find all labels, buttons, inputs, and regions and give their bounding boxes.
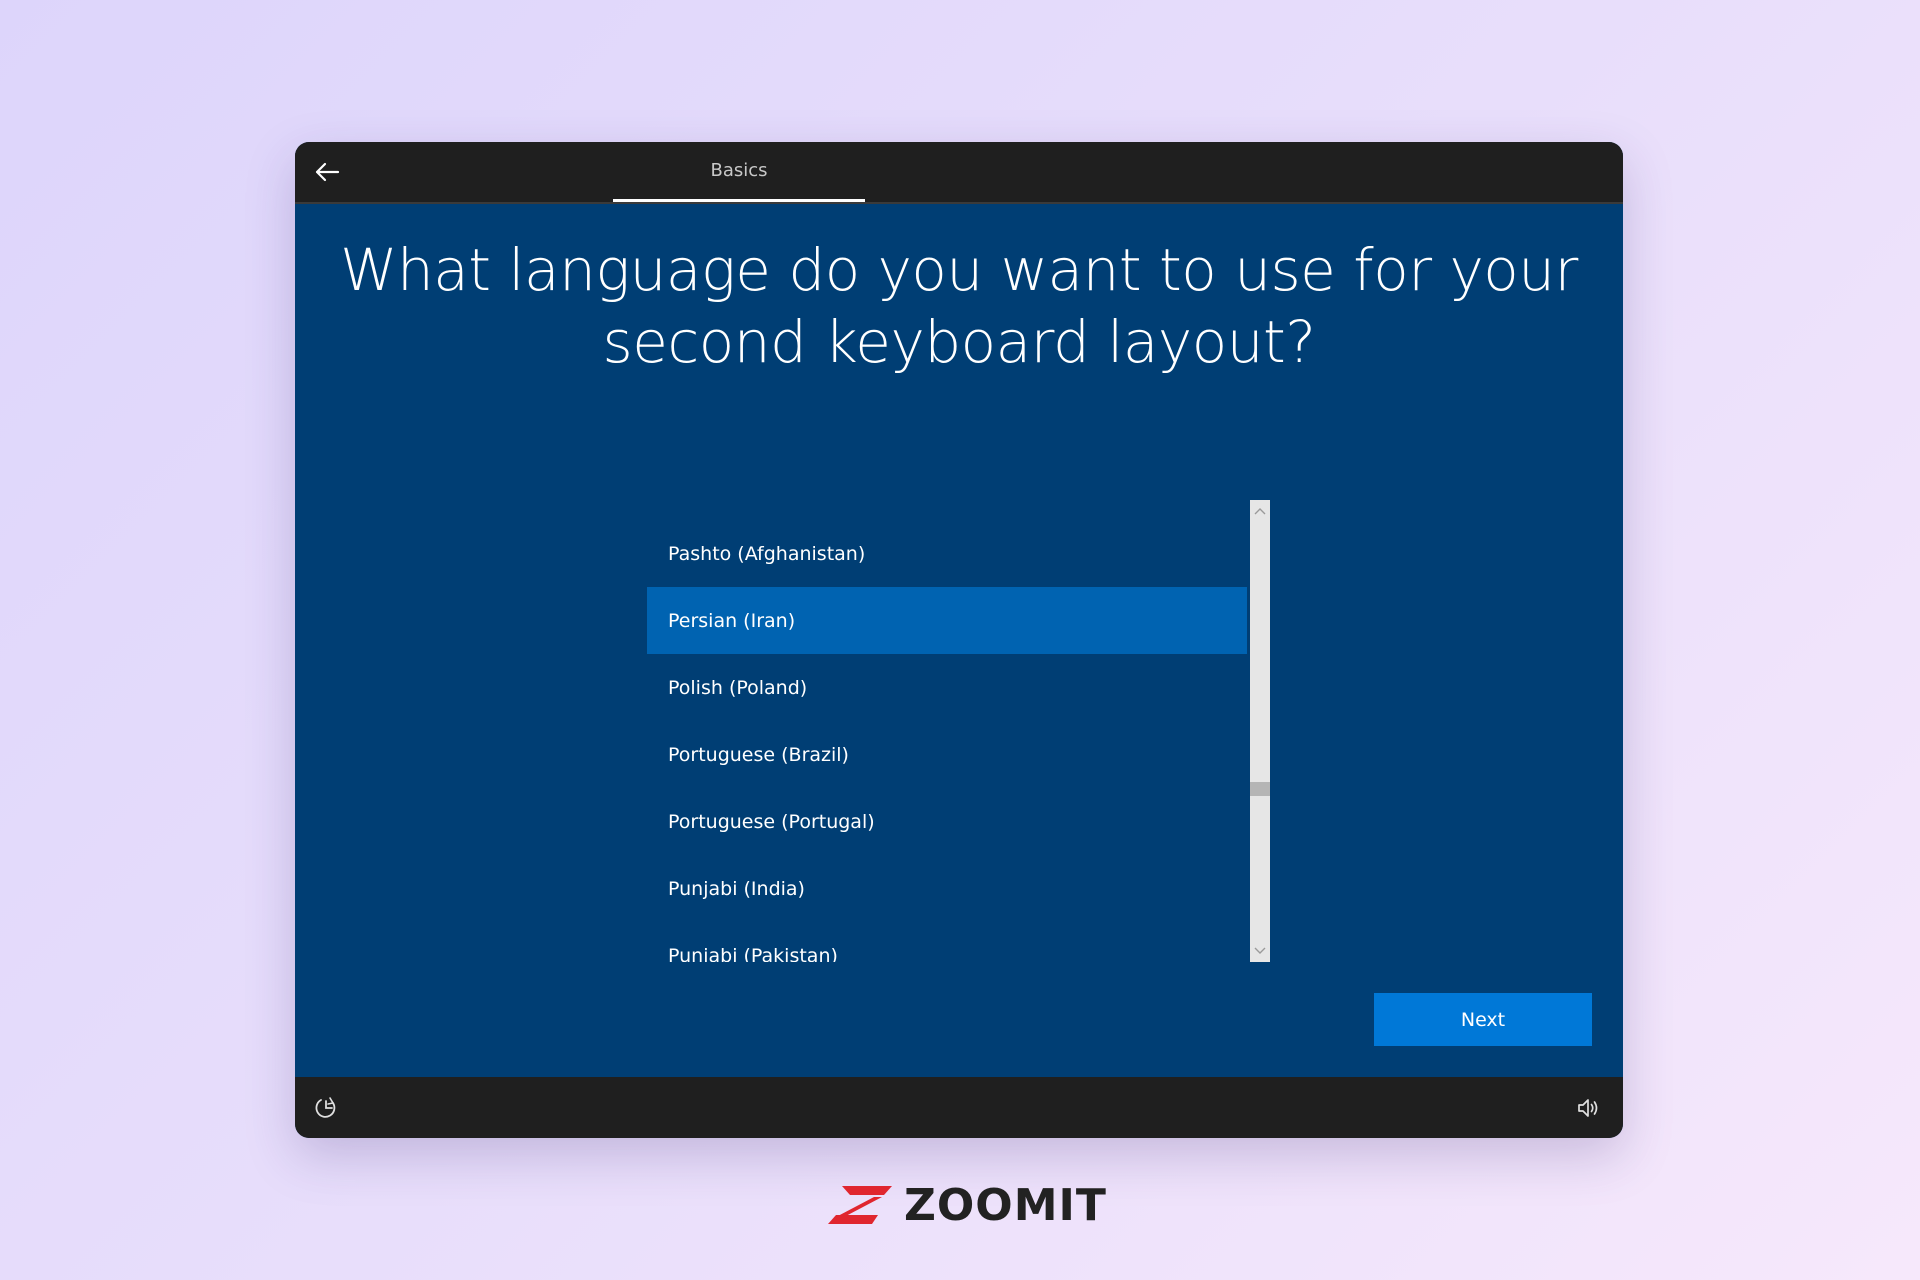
chevron-up-icon — [1254, 508, 1266, 515]
language-list-container: Pashto (Afghanistan) Persian (Iran) Poli… — [647, 500, 1270, 962]
ease-of-access-icon — [315, 1097, 336, 1118]
language-list[interactable]: Pashto (Afghanistan) Persian (Iran) Poli… — [647, 500, 1247, 962]
language-option[interactable]: Polish (Poland) — [647, 654, 1247, 721]
language-option[interactable]: Punjabi (Pakistan) — [647, 922, 1247, 963]
page-title-line-2: second keyboard layout? — [602, 308, 1317, 376]
language-option[interactable]: Pashto (Afghanistan) — [647, 520, 1247, 587]
page-title-line-1: What language do you want to use for you… — [340, 236, 1578, 304]
language-option-selected[interactable]: Persian (Iran) — [647, 587, 1247, 654]
list-scrollbar[interactable] — [1250, 500, 1270, 962]
arrow-left-icon — [315, 162, 340, 182]
tab-basics[interactable]: Basics — [613, 142, 865, 202]
bottom-bar — [295, 1077, 1623, 1138]
ease-of-access-button[interactable] — [311, 1093, 341, 1123]
language-option[interactable]: Portuguese (Portugal) — [647, 788, 1247, 855]
zoomit-logo: ZOOMIT — [826, 1179, 1107, 1231]
language-option[interactable]: Punjabi (India) — [647, 855, 1247, 922]
setup-window: Basics What language do you want to use … — [295, 142, 1623, 1138]
scroll-up-button[interactable] — [1250, 502, 1270, 520]
volume-icon — [1578, 1099, 1598, 1117]
next-button[interactable]: Next — [1374, 993, 1592, 1046]
back-button[interactable] — [309, 154, 345, 190]
scroll-thumb[interactable] — [1250, 782, 1270, 796]
chevron-down-icon — [1254, 947, 1266, 954]
volume-button[interactable] — [1573, 1093, 1603, 1123]
zoomit-logo-text: ZOOMIT — [904, 1179, 1107, 1231]
language-option[interactable]: Portuguese (Brazil) — [647, 721, 1247, 788]
top-bar: Basics — [295, 142, 1623, 204]
page-title: What language do you want to use for you… — [295, 234, 1623, 378]
zoomit-logo-mark-icon — [828, 1186, 892, 1224]
scroll-down-button[interactable] — [1250, 942, 1270, 960]
